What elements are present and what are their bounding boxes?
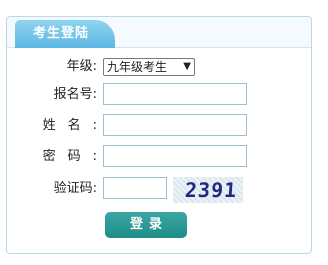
login-button[interactable]: 登录 <box>105 212 187 238</box>
captcha-image[interactable]: 2391 <box>173 177 243 203</box>
password-label: 密码: <box>42 149 109 164</box>
grade-select-value: 九年级考生 <box>107 60 168 74</box>
captcha-input[interactable] <box>103 177 167 199</box>
dropdown-arrow-icon: ▼ <box>183 61 191 72</box>
exam-number-label: 报名号: <box>53 87 97 102</box>
exam-number-input[interactable] <box>103 83 247 105</box>
password-input[interactable] <box>103 145 247 167</box>
panel-header: 考生登陆 <box>7 17 311 48</box>
name-input[interactable] <box>103 114 247 136</box>
captcha-row: 验证码: 2391 <box>7 177 311 203</box>
panel-title-tab: 考生登陆 <box>15 20 115 48</box>
login-panel: 考生登陆 年级: 九年级考生 ▼ 报名号: 姓名: 密码: 验证码: 2391 … <box>6 16 312 254</box>
exam-number-row: 报名号: <box>7 83 311 107</box>
captcha-label: 验证码: <box>53 181 97 196</box>
grade-select[interactable]: 九年级考生 ▼ <box>103 58 195 76</box>
name-row: 姓名: <box>7 114 311 138</box>
name-label: 姓名: <box>42 118 109 133</box>
grade-row: 年级: 九年级考生 ▼ <box>7 55 311 79</box>
captcha-text: 2391 <box>184 178 239 202</box>
grade-label: 年级: <box>66 59 97 74</box>
password-row: 密码: <box>7 145 311 169</box>
